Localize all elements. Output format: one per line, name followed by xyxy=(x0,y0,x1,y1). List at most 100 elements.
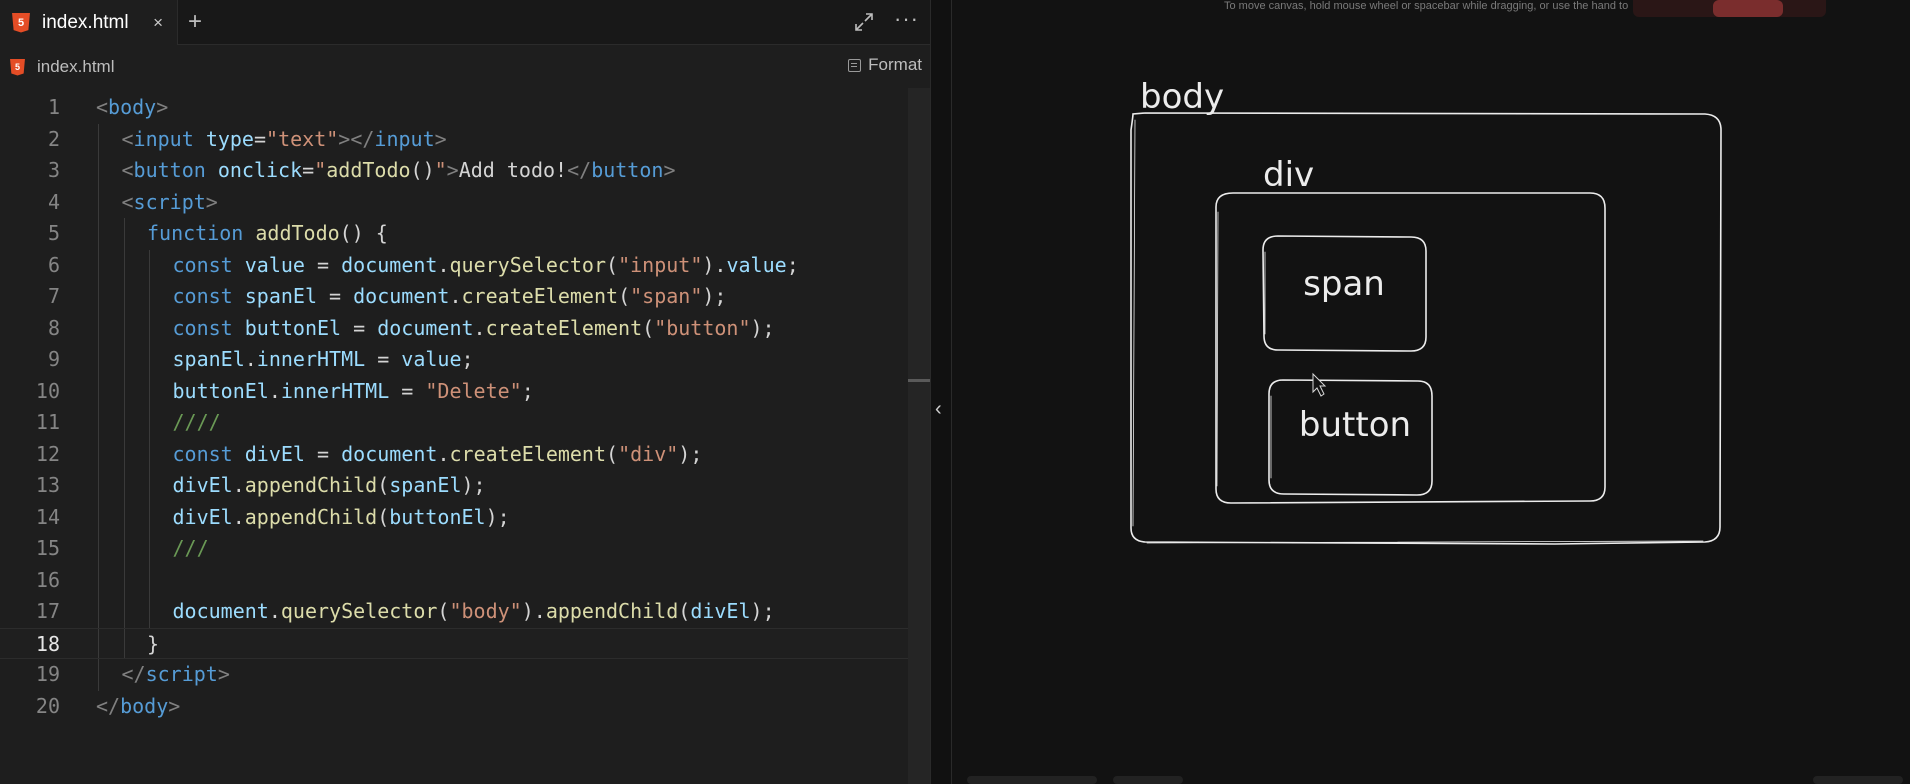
code-token: ( xyxy=(377,473,390,497)
code-token: ). xyxy=(521,599,546,623)
code-line[interactable]: 4 <script> xyxy=(0,186,908,218)
code-line[interactable]: 1 <body> xyxy=(0,92,908,124)
indent-guide xyxy=(123,344,125,376)
code-text: const buttonEl = document.createElement(… xyxy=(173,313,775,345)
indent-guide xyxy=(98,344,99,376)
code-line[interactable]: 15 /// xyxy=(0,533,908,565)
code-token: " xyxy=(314,158,327,182)
code-line[interactable]: 12 const divEl = document.createElement("… xyxy=(0,438,908,470)
indent-guide xyxy=(98,375,99,407)
code-token: = xyxy=(389,378,426,403)
code-token: ( xyxy=(606,441,619,466)
code-token: appendChild xyxy=(244,473,378,497)
code-token: . xyxy=(449,284,462,308)
pane-divider[interactable]: ‹ xyxy=(930,0,952,784)
code-line[interactable]: 6 const value = document.querySelector("i… xyxy=(0,249,908,281)
code-token: const xyxy=(172,252,233,277)
code-line[interactable]: 5 function addTodo() { xyxy=(0,218,908,250)
indent-guide xyxy=(149,564,150,596)
format-icon xyxy=(848,58,862,72)
code-line[interactable]: 8 const buttonEl = document.createElement… xyxy=(0,312,908,345)
code-token: </ xyxy=(121,662,146,686)
code-token: ). xyxy=(702,252,727,277)
code-area[interactable]: 1 <body> 2 <input type="text"></input> 3 < but… xyxy=(0,92,908,782)
code-token: querySelector xyxy=(280,599,438,623)
code-token: innerHTML xyxy=(256,347,366,371)
code-token: < xyxy=(121,126,134,151)
close-icon[interactable]: × xyxy=(153,13,163,33)
code-token: divEl xyxy=(172,504,233,529)
code-line[interactable]: 20 </body> xyxy=(0,691,908,723)
chevron-left-icon[interactable]: ‹ xyxy=(935,398,942,421)
scrollbar-cursor-marker xyxy=(908,379,930,382)
code-token: ( xyxy=(642,315,655,340)
code-line[interactable]: 11 //// xyxy=(0,407,908,439)
code-token: "text" xyxy=(266,126,339,151)
drawing-canvas[interactable]: To move canvas, hold mouse wheel or spac… xyxy=(953,0,1910,784)
label-button: button xyxy=(1299,405,1411,445)
code-token: > xyxy=(168,693,181,718)
code-line[interactable]: 17 document.querySelector("body").appendC… xyxy=(0,596,908,628)
more-options-icon[interactable]: ··· xyxy=(894,6,919,32)
code-token: script xyxy=(133,189,206,214)
code-line[interactable]: 3 <button onclick="addTodo()">Add todo!</… xyxy=(0,155,908,187)
indent-guide xyxy=(123,564,125,596)
format-button[interactable]: Format xyxy=(848,55,922,75)
code-line[interactable]: 16 xyxy=(0,564,908,596)
code-token: addTodo xyxy=(255,221,340,245)
code-line[interactable]: 7 const spanEl = document.createElement("… xyxy=(0,281,908,313)
indent-guide xyxy=(98,628,99,658)
vertical-scrollbar[interactable] xyxy=(908,88,930,784)
code-text: function addTodo() { xyxy=(147,218,388,250)
code-line[interactable]: 13 divEl.appendChild(spanEl); xyxy=(0,470,908,502)
code-line[interactable]: 10 buttonEl.innerHTML = "Delete"; xyxy=(0,375,908,407)
line-number: 16 xyxy=(35,567,60,592)
indent-guide xyxy=(149,438,150,470)
line-number: 17 xyxy=(35,599,60,623)
code-token: input xyxy=(133,126,194,151)
expand-icon[interactable] xyxy=(852,10,876,34)
code-token: . xyxy=(232,473,245,497)
code-token: spanEl xyxy=(244,284,318,308)
code-token: = xyxy=(253,126,267,151)
line-number: 6 xyxy=(47,252,60,277)
indent-guide xyxy=(123,470,125,502)
line-number: 19 xyxy=(35,662,60,686)
line-number: 20 xyxy=(35,693,60,718)
indent-guide xyxy=(123,375,125,407)
code-line[interactable]: 19 </script> xyxy=(0,659,908,691)
code-token: } xyxy=(147,631,160,656)
code-token: > xyxy=(663,158,676,182)
code-line[interactable]: 2 <input type="text"></input> xyxy=(0,123,908,156)
code-token: ); xyxy=(485,504,510,529)
tab-bar: 5 index.html × + ··· xyxy=(0,0,930,45)
code-line[interactable]: 14 divEl.appendChild(buttonEl); xyxy=(0,501,908,533)
code-token: . xyxy=(268,599,281,623)
indent-guide xyxy=(98,186,99,218)
code-token: value xyxy=(244,252,305,277)
code-token: button xyxy=(591,158,664,182)
code-token: appendChild xyxy=(545,599,679,623)
code-token: ( xyxy=(678,599,691,623)
code-token: ); xyxy=(750,599,775,623)
breadcrumb-file[interactable]: index.html xyxy=(37,57,114,77)
indent-guide xyxy=(123,218,125,250)
indent-guide xyxy=(123,281,125,313)
code-text: divEl.appendChild(spanEl); xyxy=(173,470,486,502)
code-line[interactable]: 18} xyxy=(0,627,908,659)
code-text: <button onclick="addTodo()">Add todo!</b… xyxy=(122,155,676,187)
code-editor[interactable]: 5 index.html × + ··· 5 index.html Format… xyxy=(0,0,930,784)
code-line[interactable]: 9 spanEl.innerHTML = value; xyxy=(0,344,908,376)
code-text: <input type="text"></input> xyxy=(122,124,447,156)
indent-guide xyxy=(98,123,99,155)
code-token: . xyxy=(437,252,450,277)
code-token: input xyxy=(374,126,435,151)
tab-label: index.html xyxy=(42,11,129,33)
line-number: 3 xyxy=(47,158,60,182)
tab-index-html[interactable]: 5 index.html × xyxy=(0,0,178,45)
new-tab-button[interactable]: + xyxy=(188,8,202,36)
code-token: divEl xyxy=(690,599,751,623)
